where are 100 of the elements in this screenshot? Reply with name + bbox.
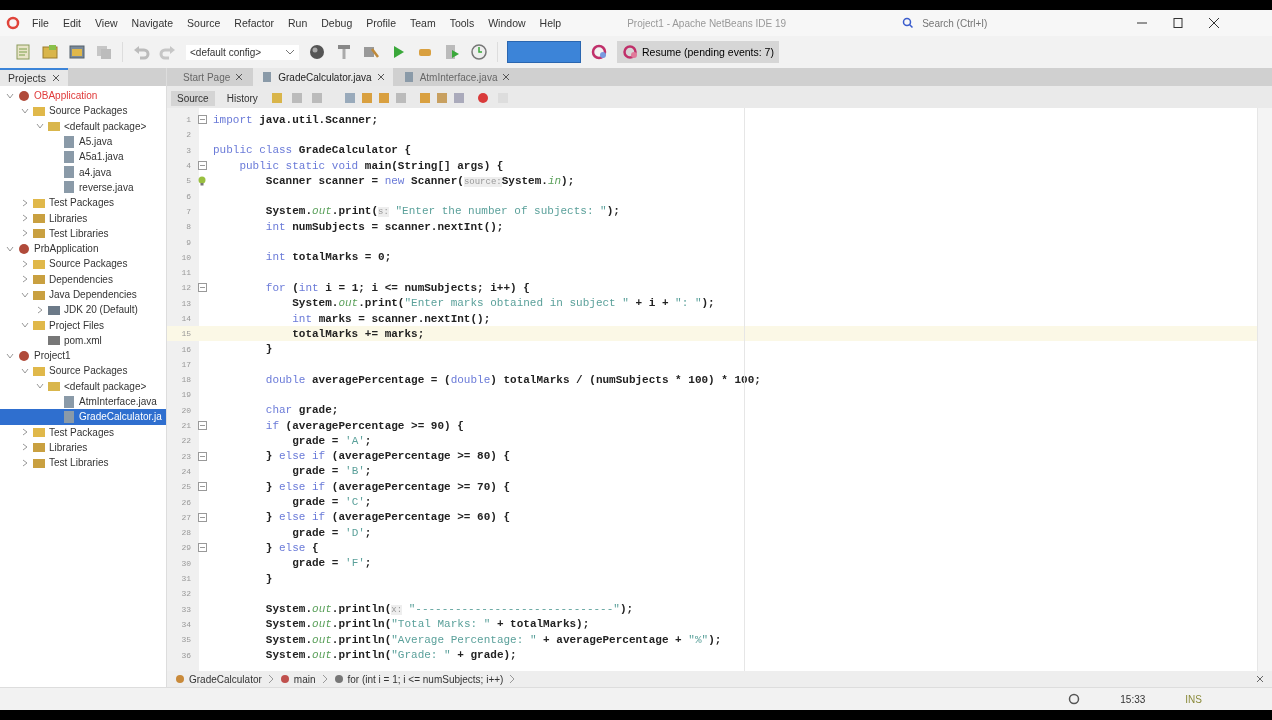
tree-item[interactable]: Project1 (0, 348, 166, 364)
view-tab[interactable]: History (220, 90, 264, 106)
breadcrumb-item[interactable]: for (int i = 1; i <= numSubjects; i++) (333, 673, 504, 685)
line-number: 13 (180, 298, 191, 308)
line-number: 2 (185, 130, 191, 140)
code-line: } else if (averagePercentage >= 80) { (264, 450, 511, 463)
clock-icon[interactable] (470, 43, 488, 61)
plugin-icon (622, 44, 638, 60)
tree-item[interactable]: reverse.java (0, 179, 166, 196)
tree-item[interactable]: Source Packages (0, 103, 166, 119)
tree-item[interactable]: Dependencies (0, 271, 166, 287)
collapse-icon[interactable] (6, 244, 14, 253)
window-title: Project1 - Apache NetBeans IDE 19 (627, 17, 787, 29)
menu-item[interactable]: Tools (449, 17, 475, 29)
notification-icon[interactable] (1068, 693, 1081, 705)
view-tab[interactable]: Source (171, 90, 215, 106)
profile-icon[interactable] (443, 43, 461, 61)
collapse-icon[interactable] (21, 290, 29, 299)
fold-icon[interactable] (197, 283, 207, 293)
tree-item[interactable]: Test Libraries (0, 455, 166, 471)
tree-item[interactable]: PrbApplication (0, 240, 166, 257)
tree-item[interactable]: Source Packages (0, 256, 166, 272)
menu-item[interactable]: Refactor (234, 17, 274, 29)
line-number: 25 (180, 482, 191, 492)
hammer-icon[interactable] (335, 43, 353, 61)
editor-toolbar-icons-drawing[interactable] (269, 91, 510, 105)
line-number: 35 (180, 635, 191, 645)
highlighted-toolbar-button[interactable] (507, 41, 581, 63)
menu-item[interactable]: Run (288, 17, 308, 29)
tree-item[interactable]: Project Files (0, 317, 166, 333)
tree-item[interactable]: Java Dependencies (0, 286, 166, 303)
close-icon[interactable] (51, 74, 60, 82)
line-number: 16 (180, 344, 191, 354)
close-icon[interactable] (376, 73, 385, 81)
tree-item[interactable]: A5a1.java (0, 149, 166, 165)
code-line: int marks = scanner.nextInt(); (291, 312, 491, 325)
fold-icon[interactable] (197, 161, 207, 171)
plugin-icon[interactable] (590, 43, 608, 61)
tree-item[interactable]: Test Packages (0, 424, 166, 440)
code-line: } else { (264, 541, 319, 554)
tree-item[interactable]: <default package> (0, 118, 166, 134)
tree-item[interactable]: a4.java (0, 164, 166, 180)
maximize-icon[interactable] (1172, 17, 1185, 29)
scrollbar[interactable] (1257, 108, 1272, 671)
breadcrumb-item[interactable]: main (279, 673, 316, 685)
line-number: 1 (185, 115, 191, 125)
fold-icon[interactable] (197, 482, 207, 492)
tree-item[interactable]: Libraries (0, 210, 166, 226)
fold-icon[interactable] (197, 421, 207, 431)
menu-item[interactable]: Help (539, 17, 562, 29)
line-number: 12 (180, 283, 191, 293)
fold-icon[interactable] (197, 512, 207, 522)
resume-button[interactable]: Resume (pending events: 7) (617, 41, 779, 63)
close-icon[interactable] (1208, 17, 1221, 29)
expand-icon[interactable] (36, 305, 44, 314)
new-file-icon[interactable] (14, 43, 32, 61)
code-line: public static void main(String[] args) { (238, 159, 504, 172)
tree-item[interactable]: OBApplication (0, 88, 166, 104)
tree-item[interactable]: Test Libraries (0, 225, 166, 241)
editor-tab[interactable]: GradeCalculator.java (253, 68, 393, 86)
search-field[interactable]: Search (Ctrl+I) (920, 16, 1105, 30)
fold-icon[interactable] (197, 451, 207, 461)
code-line: System.out.println("Average Percentage: " + averagePercentage + "%"); (264, 633, 722, 646)
menu-item[interactable]: View (95, 17, 118, 29)
code-line: double averagePercentage = (double) totalMarks / (numSubjects * 100) * 100; (264, 373, 761, 386)
tree-item[interactable]: <default package> (0, 378, 166, 394)
projects-tab[interactable]: Projects (0, 68, 68, 86)
tree-item[interactable]: JDK 20 (Default) (0, 302, 166, 318)
tree-item[interactable]: Libraries (0, 439, 166, 456)
menu-item[interactable]: File (32, 17, 49, 29)
tree-item[interactable]: Test Packages (0, 195, 166, 211)
collapse-icon[interactable] (21, 321, 29, 330)
tree-item[interactable]: Source Packages (0, 363, 166, 379)
open-project-icon[interactable] (68, 43, 86, 61)
undo-icon[interactable] (132, 43, 150, 61)
code-line: grade = 'B'; (291, 465, 372, 478)
lightbulb-icon[interactable] (197, 175, 207, 186)
tree-item[interactable]: pom.xml (0, 332, 166, 349)
globe-icon[interactable] (308, 43, 326, 61)
menu-item[interactable]: Team (410, 17, 436, 29)
menu-item[interactable]: Debug (321, 17, 353, 29)
menu-item[interactable]: Edit (62, 17, 81, 29)
editor-tab[interactable]: Start Page (175, 68, 252, 86)
java-icon (62, 181, 76, 194)
tree-item[interactable]: AtmInterface.java (0, 393, 166, 410)
breadcrumb-item[interactable]: GradeCalculator (175, 673, 262, 685)
fold-icon[interactable] (197, 543, 207, 553)
menu-item[interactable]: Source (187, 17, 221, 29)
editor-tab[interactable]: AtmInterface.java (394, 68, 519, 86)
fold-icon[interactable] (197, 115, 207, 125)
menu-item[interactable]: Profile (366, 17, 396, 29)
tree-item[interactable]: GradeCalculator.ja (0, 409, 166, 425)
menu-item[interactable]: Navigate (131, 17, 174, 29)
tree-item[interactable]: A5.java (0, 133, 166, 150)
code-line: char grade; (264, 404, 339, 417)
menu-item[interactable]: Window (488, 17, 526, 29)
redo-icon[interactable] (159, 43, 177, 61)
new-project-icon[interactable] (41, 43, 59, 61)
config-dropdown[interactable]: <default config> (186, 44, 299, 60)
save-all-icon[interactable] (95, 43, 113, 61)
